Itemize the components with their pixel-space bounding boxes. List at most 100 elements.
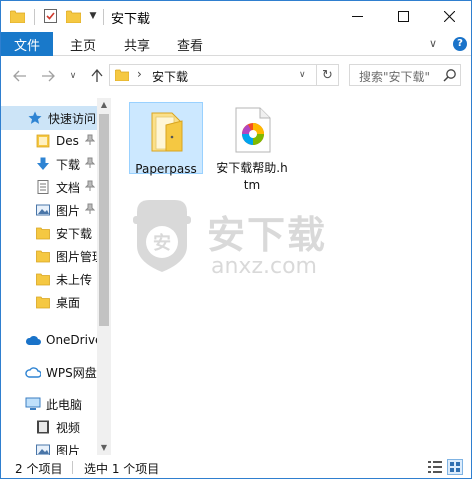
search-input[interactable]: 搜索"安下载" xyxy=(349,64,461,86)
watermark-subtext: anxz.com xyxy=(211,254,317,279)
navigation-bar: ∨ › 安下载 ∨ ↻ 搜索"安下载" xyxy=(1,57,471,95)
toolbar-divider xyxy=(34,9,35,25)
folder-icon xyxy=(35,271,51,287)
sidebar-item-label: 图片 xyxy=(56,443,81,456)
folder-icon xyxy=(35,248,51,264)
sidebar-item-picture-manager[interactable]: 图片管理 xyxy=(1,244,97,268)
close-button[interactable] xyxy=(426,1,471,32)
sidebar-item-label: OneDrive xyxy=(46,333,97,347)
wps-cloud-icon xyxy=(25,364,41,380)
properties-icon[interactable] xyxy=(44,9,57,23)
sidebar-item-not-uploaded[interactable]: 未上传 xyxy=(1,267,97,291)
file-list[interactable]: Paperpass 安下载帮助.htm 安 安下载 anxz.com xyxy=(113,98,471,455)
window-title: 安下载 xyxy=(111,12,151,27)
minimize-button[interactable] xyxy=(334,1,380,32)
title-bar: ▼ 安下载 xyxy=(1,1,471,32)
pin-icon xyxy=(85,134,95,145)
tab-file[interactable]: 文件 xyxy=(1,32,53,56)
pin-icon xyxy=(85,157,95,168)
address-path[interactable]: 安下载 xyxy=(152,68,188,85)
sidebar-item-label: Des xyxy=(56,134,79,148)
sidebar-item-label: 快速访问 xyxy=(48,111,97,126)
tab-home[interactable]: 主页 xyxy=(70,32,96,56)
up-arrow-icon[interactable] xyxy=(87,66,107,86)
scroll-up-arrow-icon[interactable]: ▲ xyxy=(97,98,111,112)
sidebar-item-documents[interactable]: 文档 xyxy=(1,175,97,199)
document-icon xyxy=(35,179,51,195)
pictures-icon xyxy=(35,442,51,455)
sidebar-item-downloads[interactable]: 下载 xyxy=(1,152,97,176)
video-icon xyxy=(35,419,51,435)
file-name: Paperpass xyxy=(135,162,197,176)
sidebar-item-label: 图片管理 xyxy=(56,249,97,264)
sidebar-item-label: 下载 xyxy=(56,157,81,172)
sidebar-item-pc-pictures[interactable]: 图片 xyxy=(1,438,97,455)
sidebar-item-label: WPS网盘 xyxy=(46,365,97,380)
sidebar-item-wps-drive[interactable]: WPS网盘 xyxy=(1,360,97,384)
sidebar-item-anxiazai[interactable]: 安下载 xyxy=(1,221,97,245)
search-placeholder: 搜索"安下载" xyxy=(359,70,431,84)
file-item-paperpass[interactable]: Paperpass xyxy=(129,102,203,176)
new-folder-icon[interactable] xyxy=(66,10,81,23)
path-separator-icon: › xyxy=(137,67,142,81)
maximize-icon xyxy=(397,11,409,22)
tab-view[interactable]: 查看 xyxy=(177,32,203,56)
folder-icon xyxy=(151,112,183,152)
item-count: 2 个项目 xyxy=(15,462,63,476)
selected-count: 选中 1 个项目 xyxy=(84,462,160,476)
sidebar-item-label: 未上传 xyxy=(56,272,93,287)
sidebar-item-label: 文档 xyxy=(56,180,81,195)
address-bar[interactable]: › 安下载 ∨ ↻ xyxy=(109,64,339,86)
sidebar-item-desktop[interactable]: Des xyxy=(1,129,97,153)
file-item-help-htm[interactable]: 安下载帮助.htm xyxy=(215,102,289,192)
pin-icon xyxy=(85,203,95,214)
status-divider xyxy=(72,461,73,474)
folder-icon xyxy=(115,69,129,81)
tab-share[interactable]: 共享 xyxy=(124,32,150,56)
sidebar-item-label: 桌面 xyxy=(56,295,81,310)
sidebar-item-label: 此电脑 xyxy=(46,397,83,412)
close-icon xyxy=(443,11,455,22)
expand-ribbon-chevron-icon[interactable]: ∨ xyxy=(429,37,437,50)
minimize-icon xyxy=(351,16,363,17)
computer-icon xyxy=(25,396,41,412)
recent-locations-chevron-icon[interactable]: ∨ xyxy=(63,66,83,86)
sidebar-item-videos[interactable]: 视频 xyxy=(1,415,97,439)
help-icon[interactable]: ? xyxy=(453,37,467,51)
htm-file-icon xyxy=(235,107,271,153)
status-bar: 2 个项目 选中 1 个项目 xyxy=(1,455,471,478)
scrollbar-thumb[interactable] xyxy=(99,114,109,326)
toolbar-divider xyxy=(103,9,104,25)
star-icon xyxy=(27,110,43,126)
pictures-icon xyxy=(35,202,51,218)
sidebar-item-pictures[interactable]: 图片 xyxy=(1,198,97,222)
pin-icon xyxy=(85,180,95,191)
file-name: 安下载帮助.htm xyxy=(216,161,288,192)
address-dropdown-icon[interactable]: ∨ xyxy=(299,70,306,80)
watermark-text: 安下载 xyxy=(207,213,328,257)
sidebar-item-quick-access[interactable]: 快速访问 xyxy=(1,106,97,130)
details-view-icon[interactable] xyxy=(427,460,443,474)
desktop-folder-icon xyxy=(35,133,51,149)
explorer-window: ▼ 安下载 文件 主页 共享 查看 ∨ ? ∨ › 安下载 ∨ ↻ 搜索"安下载… xyxy=(0,0,472,479)
sidebar-item-label: 安下载 xyxy=(56,226,93,241)
quick-access-dropdown-icon[interactable]: ▼ xyxy=(87,9,99,23)
scroll-down-arrow-icon[interactable]: ▼ xyxy=(97,441,111,455)
watermark-badge: 安 xyxy=(153,232,171,254)
sidebar-item-label: 图片 xyxy=(56,203,81,218)
maximize-button[interactable] xyxy=(380,1,426,32)
sidebar-item-desktop-folder[interactable]: 桌面 xyxy=(1,290,97,314)
refresh-icon[interactable]: ↻ xyxy=(316,65,338,85)
large-icons-view-icon[interactable] xyxy=(447,459,463,475)
back-arrow-icon[interactable] xyxy=(10,66,30,86)
folder-icon xyxy=(35,294,51,310)
onedrive-cloud-icon xyxy=(25,332,41,348)
search-icon xyxy=(443,69,456,82)
sidebar-item-onedrive[interactable]: OneDrive xyxy=(1,328,97,352)
ribbon: 文件 主页 共享 查看 ∨ ? xyxy=(1,32,471,56)
sidebar-scrollbar[interactable]: ▲ ▼ xyxy=(97,98,111,455)
folder-icon[interactable] xyxy=(10,10,25,23)
forward-arrow-icon[interactable] xyxy=(38,66,58,86)
download-arrow-icon xyxy=(35,156,51,172)
sidebar-item-this-pc[interactable]: 此电脑 xyxy=(1,392,97,416)
